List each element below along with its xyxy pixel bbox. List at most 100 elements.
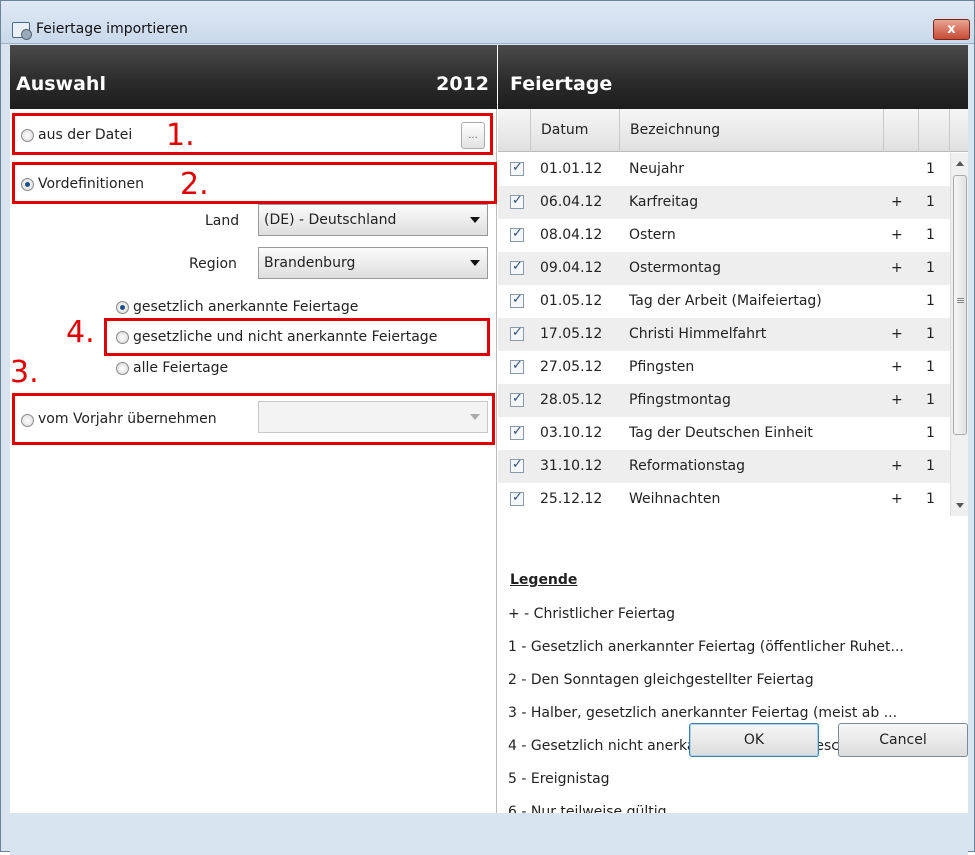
scrollbar-thumb[interactable]	[953, 175, 967, 435]
christian-column-header[interactable]	[884, 109, 919, 152]
row-type: 1	[926, 260, 935, 276]
row-name: Tag der Deutschen Einheit	[629, 425, 813, 441]
row-checkbox[interactable]	[510, 193, 524, 209]
row-christian-mark: +	[891, 359, 903, 375]
table-scrollbar[interactable]	[950, 153, 968, 516]
dialog-body: Auswahl 2012 aus der Datei 1. ... Vordef…	[10, 45, 968, 855]
table-row[interactable]: 06.04.12 Karfreitag +1	[498, 186, 950, 219]
row-date: 28.05.12	[540, 392, 603, 408]
row-checkbox[interactable]	[510, 424, 524, 440]
legend-title: Legende	[510, 572, 578, 588]
row-christian-mark: +	[891, 392, 903, 408]
row-checkbox[interactable]	[510, 226, 524, 242]
row-christian-mark: +	[891, 458, 903, 474]
row-type: 1	[926, 425, 935, 441]
row-checkbox[interactable]	[510, 391, 524, 407]
table-row[interactable]: 08.04.12 Ostern +1	[498, 219, 950, 252]
row-name: Ostern	[629, 227, 676, 243]
land-select[interactable]: (DE) - Deutschland	[258, 204, 488, 236]
year-label: 2012	[436, 73, 489, 95]
previous-year-label[interactable]: vom Vorjahr übernehmen	[38, 411, 217, 427]
legend-item: 2 - Den Sonntagen gleichgestellter Feier…	[508, 672, 814, 688]
land-value: (DE) - Deutschland	[264, 212, 397, 228]
row-christian-mark: +	[891, 260, 903, 276]
row-checkbox[interactable]	[510, 259, 524, 275]
cancel-button[interactable]: Cancel	[838, 723, 968, 757]
predefinitions-label[interactable]: Vordefinitionen	[38, 176, 144, 192]
legend-item: 3 - Halber, gesetzlich anerkannter Feier…	[508, 705, 898, 721]
table-row[interactable]: 28.05.12 Pfingstmontag +1	[498, 384, 950, 417]
row-type: 1	[926, 194, 935, 210]
legend-item: 1 - Gesetzlich anerkannter Feiertag (öff…	[508, 639, 904, 655]
row-name: Karfreitag	[629, 194, 699, 210]
table-row[interactable]: 27.05.12 Pfingsten +1	[498, 351, 950, 384]
row-checkbox[interactable]	[510, 490, 524, 506]
row-checkbox[interactable]	[510, 160, 524, 176]
row-checkbox[interactable]	[510, 292, 524, 308]
table-row[interactable]: 17.05.12 Christi Himmelfahrt +1	[498, 318, 950, 351]
legal-and-nonlegal-radio[interactable]	[116, 331, 129, 344]
chevron-down-icon	[470, 414, 480, 420]
table-header: Datum Bezeichnung	[498, 109, 968, 152]
row-date: 17.05.12	[540, 326, 603, 342]
table-row[interactable]: 01.05.12 Tag der Arbeit (Maifeiertag) 1	[498, 285, 950, 318]
holidays-header: Feiertage	[498, 45, 968, 109]
row-type: 1	[926, 227, 935, 243]
calendar-icon	[12, 22, 32, 40]
row-date: 25.12.12	[540, 491, 603, 507]
annotation-3: 3.	[10, 355, 39, 390]
row-type: 1	[926, 392, 935, 408]
row-type: 1	[926, 326, 935, 342]
table-row[interactable]: 03.10.12 Tag der Deutschen Einheit 1	[498, 417, 950, 450]
row-date: 06.04.12	[540, 194, 603, 210]
region-select[interactable]: Brandenburg	[258, 247, 488, 279]
legal-and-nonlegal-label[interactable]: gesetzliche und nicht anerkannte Feierta…	[133, 329, 437, 345]
row-checkbox[interactable]	[510, 325, 524, 341]
previous-year-select[interactable]	[258, 401, 488, 433]
file-radio[interactable]	[21, 129, 34, 142]
row-checkbox[interactable]	[510, 358, 524, 374]
row-name: Ostermontag	[629, 260, 721, 276]
previous-year-radio[interactable]	[21, 414, 34, 427]
row-date: 31.10.12	[540, 458, 603, 474]
row-name: Pfingsten	[629, 359, 695, 375]
row-name: Pfingstmontag	[629, 392, 731, 408]
chevron-down-icon	[470, 260, 480, 266]
table-row[interactable]: 25.12.12 Weihnachten +1	[498, 483, 950, 516]
selection-title: Auswahl	[16, 73, 106, 95]
table-row[interactable]: 09.04.12 Ostermontag +1	[498, 252, 950, 285]
select-column-header[interactable]	[498, 109, 531, 152]
legend-item: + - Christlicher Feiertag	[508, 606, 676, 622]
holidays-pane: Datum Bezeichnung 01.01.12Neujahr1 06.04.…	[498, 109, 968, 820]
close-button[interactable]: x	[933, 19, 970, 40]
table-row[interactable]: 01.01.12 Neujahr 1	[498, 153, 950, 186]
row-christian-mark: +	[891, 227, 903, 243]
predefinitions-radio[interactable]	[21, 178, 34, 191]
ok-button[interactable]: OK	[689, 723, 819, 757]
row-date: 08.04.12	[540, 227, 603, 243]
all-holidays-label[interactable]: alle Feiertage	[133, 360, 228, 376]
name-column-header[interactable]: Bezeichnung	[620, 109, 884, 152]
all-holidays-radio[interactable]	[116, 362, 129, 375]
row-date: 09.04.12	[540, 260, 603, 276]
table-row[interactable]: 31.10.12 Reformationstag +1	[498, 450, 950, 483]
row-checkbox[interactable]	[510, 457, 524, 473]
row-name: Christi Himmelfahrt	[629, 326, 767, 342]
window-title: Feiertage importieren	[36, 21, 188, 37]
scroll-up-icon[interactable]	[956, 161, 964, 166]
legal-holidays-radio[interactable]	[116, 301, 129, 314]
date-column-header[interactable]: Datum	[531, 109, 620, 152]
legal-holidays-label[interactable]: gesetzlich anerkannte Feiertage	[133, 299, 358, 315]
region-value: Brandenburg	[264, 255, 356, 271]
land-label: Land	[205, 213, 240, 229]
type-column-header[interactable]	[919, 109, 950, 152]
row-name: Reformationstag	[629, 458, 745, 474]
file-option-label[interactable]: aus der Datei	[38, 127, 132, 143]
selection-header: Auswahl 2012	[10, 45, 497, 109]
row-christian-mark: +	[891, 491, 903, 507]
legend-item: 5 - Ereignistag	[508, 771, 610, 787]
scroll-down-icon[interactable]	[956, 503, 964, 508]
browse-button[interactable]: ...	[461, 122, 485, 149]
row-type: 1	[926, 491, 935, 507]
holidays-title: Feiertage	[510, 73, 613, 95]
